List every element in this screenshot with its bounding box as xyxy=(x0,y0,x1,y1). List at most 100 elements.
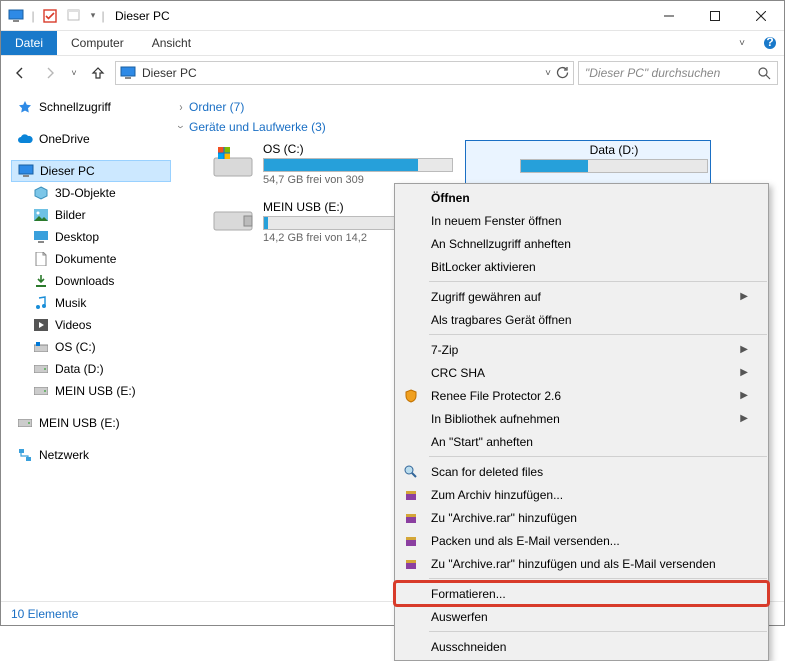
chevron-right-icon: › xyxy=(179,100,182,114)
sidebar-item-usb-e-removable[interactable]: MEIN USB (E:) xyxy=(11,412,171,434)
svg-text:?: ? xyxy=(766,36,773,49)
group-folders[interactable]: ›Ordner (7) xyxy=(179,100,784,114)
ctx-pack-email[interactable]: Packen und als E-Mail versenden... xyxy=(395,529,768,552)
usb-drive-icon xyxy=(17,415,33,431)
tab-view[interactable]: Ansicht xyxy=(138,31,205,55)
sidebar-item-3d-objects[interactable]: 3D-Objekte xyxy=(11,182,171,204)
address-dropdown-icon[interactable]: ˅ xyxy=(545,68,551,79)
sidebar-item-pictures[interactable]: Bilder xyxy=(11,204,171,226)
navigation-pane: Schnellzugriff OneDrive Dieser PC 3D-Obj… xyxy=(1,90,171,600)
desktop-icon xyxy=(33,229,49,245)
titlebar: | ▾ | Dieser PC xyxy=(1,1,784,31)
network-icon xyxy=(17,447,33,463)
sidebar-item-downloads[interactable]: Downloads xyxy=(11,270,171,292)
usb-drive-icon xyxy=(33,383,49,399)
music-icon xyxy=(33,295,49,311)
winrar-icon xyxy=(403,510,419,526)
sidebar-item-music[interactable]: Musik xyxy=(11,292,171,314)
usb-drive-icon xyxy=(211,200,255,238)
recent-dropdown-icon[interactable]: ˅ xyxy=(67,60,81,86)
ctx-crc-sha[interactable]: CRC SHA▶ xyxy=(395,361,768,384)
group-drives[interactable]: ›Geräte und Laufwerke (3) xyxy=(179,120,784,134)
this-pc-icon xyxy=(120,66,136,80)
sidebar-item-usb-e[interactable]: MEIN USB (E:) xyxy=(11,380,171,402)
qat-dropdown-icon[interactable] xyxy=(63,5,85,27)
winrar-icon xyxy=(403,487,419,503)
ctx-grant-access[interactable]: Zugriff gewähren auf▶ xyxy=(395,285,768,308)
drive-os-c[interactable]: OS (C:) 54,7 GB frei von 309 xyxy=(209,140,455,188)
ctx-separator xyxy=(429,631,767,632)
submenu-arrow-icon: ▶ xyxy=(740,291,748,302)
qat-chevron-icon[interactable]: ▾ xyxy=(87,5,99,27)
close-button[interactable] xyxy=(738,1,784,31)
ctx-pin-quick-access[interactable]: An Schnellzugriff anheften xyxy=(395,232,768,255)
usage-bar xyxy=(263,158,453,172)
sidebar-item-desktop[interactable]: Desktop xyxy=(11,226,171,248)
ctx-renee-protector[interactable]: Renee File Protector 2.6▶ xyxy=(395,384,768,407)
ctx-eject[interactable]: Auswerfen xyxy=(395,605,768,628)
ctx-format[interactable]: Formatieren... xyxy=(395,582,768,605)
sidebar-item-onedrive[interactable]: OneDrive xyxy=(11,128,171,150)
usage-bar xyxy=(520,159,708,173)
chevron-down-icon: › xyxy=(174,125,188,128)
drive-icon xyxy=(33,339,49,355)
ctx-pin-start[interactable]: An "Start" anheften xyxy=(395,430,768,453)
tab-computer[interactable]: Computer xyxy=(57,31,138,55)
sidebar-item-data-d[interactable]: Data (D:) xyxy=(11,358,171,380)
sidebar-item-os-c[interactable]: OS (C:) xyxy=(11,336,171,358)
download-icon xyxy=(33,273,49,289)
sidebar-item-network[interactable]: Netzwerk xyxy=(11,444,171,466)
cloud-icon xyxy=(17,131,33,147)
ribbon-expand-icon[interactable]: ˅ xyxy=(728,31,756,55)
address-bar[interactable]: Dieser PC ˅ xyxy=(115,61,574,85)
window-controls xyxy=(646,1,784,31)
ctx-portable-device[interactable]: Als tragbares Gerät öffnen xyxy=(395,308,768,331)
help-icon[interactable]: ? xyxy=(756,31,784,55)
winrar-icon xyxy=(403,556,419,572)
sidebar-item-quick-access[interactable]: Schnellzugriff xyxy=(11,96,171,118)
search-icon[interactable] xyxy=(758,67,771,80)
properties-icon[interactable] xyxy=(39,5,61,27)
ctx-open[interactable]: Öffnen xyxy=(395,186,768,209)
sidebar-item-videos[interactable]: Videos xyxy=(11,314,171,336)
ctx-cut[interactable]: Ausschneiden xyxy=(395,635,768,658)
window-title: Dieser PC xyxy=(109,9,170,23)
ctx-separator xyxy=(429,334,767,335)
drive-name: Data (D:) xyxy=(520,143,708,157)
ctx-separator xyxy=(429,578,767,579)
drive-name: OS (C:) xyxy=(263,142,453,156)
search-placeholder: "Dieser PC" durchsuchen xyxy=(585,66,720,80)
drive-data-d[interactable]: Data (D:) xyxy=(465,140,711,188)
sidebar-item-documents[interactable]: Dokumente xyxy=(11,248,171,270)
breadcrumb[interactable]: Dieser PC xyxy=(142,66,197,80)
drive-icon xyxy=(211,142,255,180)
ctx-add-to-rar[interactable]: Zu "Archive.rar" hinzufügen xyxy=(395,506,768,529)
maximize-button[interactable] xyxy=(692,1,738,31)
shield-icon xyxy=(403,388,419,404)
this-pc-icon[interactable] xyxy=(5,5,27,27)
search-box[interactable]: "Dieser PC" durchsuchen xyxy=(578,61,778,85)
context-menu: Öffnen In neuem Fenster öffnen An Schnel… xyxy=(394,183,769,661)
ribbon: Datei Computer Ansicht ˅ ? xyxy=(1,31,784,56)
status-count: 10 Elemente xyxy=(11,607,78,621)
up-button[interactable] xyxy=(85,60,111,86)
ctx-rar-email[interactable]: Zu "Archive.rar" hinzufügen und als E-Ma… xyxy=(395,552,768,575)
star-icon xyxy=(17,99,33,115)
minimize-button[interactable] xyxy=(646,1,692,31)
magnifier-icon xyxy=(403,464,419,480)
ctx-add-library[interactable]: In Bibliothek aufnehmen▶ xyxy=(395,407,768,430)
submenu-arrow-icon: ▶ xyxy=(740,413,748,424)
ctx-bitlocker[interactable]: BitLocker aktivieren xyxy=(395,255,768,278)
back-button[interactable] xyxy=(7,60,33,86)
ctx-add-to-archive[interactable]: Zum Archiv hinzufügen... xyxy=(395,483,768,506)
ctx-new-window[interactable]: In neuem Fenster öffnen xyxy=(395,209,768,232)
sidebar-item-this-pc[interactable]: Dieser PC xyxy=(11,160,171,182)
ctx-7zip[interactable]: 7-Zip▶ xyxy=(395,338,768,361)
refresh-icon[interactable] xyxy=(555,66,569,80)
forward-button[interactable] xyxy=(37,60,63,86)
tab-file[interactable]: Datei xyxy=(1,31,57,55)
ctx-scan-deleted[interactable]: Scan for deleted files xyxy=(395,460,768,483)
submenu-arrow-icon: ▶ xyxy=(740,390,748,401)
navigation-bar: ˅ Dieser PC ˅ "Dieser PC" durchsuchen xyxy=(1,56,784,90)
drive-icon xyxy=(33,361,49,377)
